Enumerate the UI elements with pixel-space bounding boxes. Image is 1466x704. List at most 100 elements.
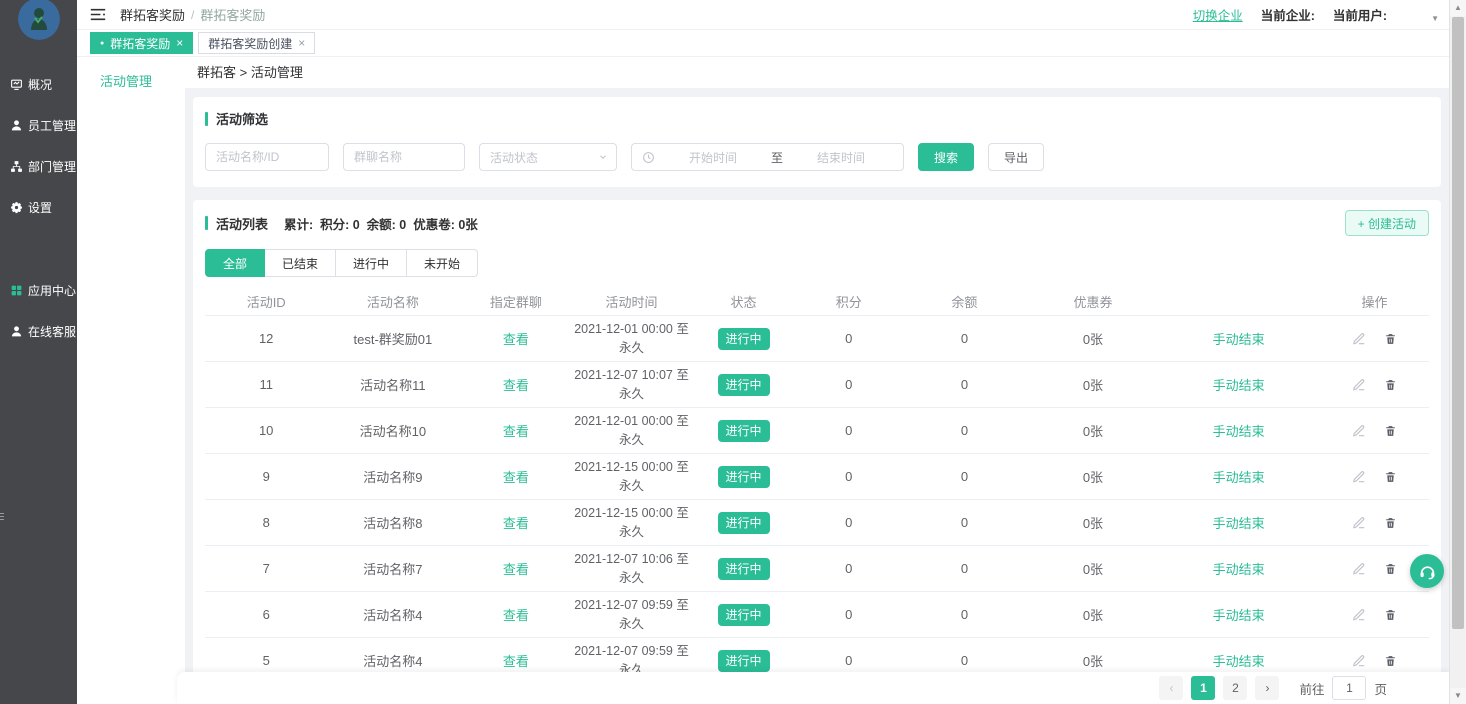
edit-icon[interactable] xyxy=(1352,332,1366,346)
delete-icon[interactable] xyxy=(1384,654,1397,668)
view-group-link[interactable]: 查看 xyxy=(503,424,529,439)
window-tab-active[interactable]: ● 群拓客奖励 × xyxy=(90,32,193,54)
delete-icon[interactable] xyxy=(1384,608,1397,622)
group-name-input[interactable] xyxy=(343,143,465,171)
tab-dot-icon: ● xyxy=(100,40,104,47)
window-tab[interactable]: 群拓客奖励创建 × xyxy=(198,32,315,54)
delete-icon[interactable] xyxy=(1384,516,1397,530)
activity-list-card: 活动列表 累计: 积分: 0 余额: 0 优惠卷: 0张 + 创建活动 全部已结… xyxy=(193,200,1441,684)
table-row: 9 活动名称9 查看 2021-12-15 00:00 至 永久 进行中 0 0… xyxy=(205,454,1429,500)
cell-activity-name: 活动名称4 xyxy=(327,651,458,670)
sidebar-item-employees[interactable]: 员工管理 xyxy=(0,105,77,146)
view-group-link[interactable]: 查看 xyxy=(503,516,529,531)
status-filter-tabs: 全部已结束进行中未开始 xyxy=(205,249,1429,277)
edit-icon[interactable] xyxy=(1352,424,1366,438)
sidebar-drag-handle[interactable] xyxy=(0,511,4,522)
manual-end-link[interactable]: 手动结束 xyxy=(1213,654,1265,669)
cell-coupons: 0张 xyxy=(1029,559,1158,578)
cell-activity-time: 2021-12-01 00:00 至 永久 xyxy=(573,320,689,358)
page-button-2[interactable]: 2 xyxy=(1223,676,1247,700)
submenu-item-activity-management[interactable]: 活动管理 xyxy=(77,57,185,104)
primary-sidebar: 概况 员工管理 部门管理 设置 应用中心 在线客服 xyxy=(0,0,77,704)
cell-activity-id: 11 xyxy=(205,377,327,392)
sidebar-item-online-support[interactable]: 在线客服 xyxy=(0,311,77,352)
tab-close-icon[interactable]: × xyxy=(176,36,183,50)
support-person-icon xyxy=(10,325,23,338)
page-button-1[interactable]: 1 xyxy=(1191,676,1215,700)
view-group-link[interactable]: 查看 xyxy=(503,608,529,623)
tab-close-icon[interactable]: × xyxy=(298,36,305,50)
view-group-link[interactable]: 查看 xyxy=(503,562,529,577)
status-badge: 进行中 xyxy=(718,558,770,580)
cell-activity-time: 2021-12-15 00:00 至 永久 xyxy=(573,504,689,542)
sidebar-spacer xyxy=(0,228,77,270)
cell-points: 0 xyxy=(797,377,900,392)
edit-icon[interactable] xyxy=(1352,470,1366,484)
date-range-picker[interactable]: 开始时间 至 结束时间 xyxy=(631,143,904,171)
manual-end-link[interactable]: 手动结束 xyxy=(1213,424,1265,439)
activity-name-input[interactable] xyxy=(205,143,329,171)
cell-points: 0 xyxy=(797,331,900,346)
manual-end-link[interactable]: 手动结束 xyxy=(1213,332,1265,347)
collapse-menu-icon[interactable] xyxy=(90,8,106,21)
delete-icon[interactable] xyxy=(1384,470,1397,484)
manual-end-link[interactable]: 手动结束 xyxy=(1213,378,1265,393)
prev-page-button[interactable]: ‹ xyxy=(1159,676,1183,700)
delete-icon[interactable] xyxy=(1384,562,1397,576)
support-float-button[interactable] xyxy=(1410,554,1444,588)
column-header: 活动ID xyxy=(205,292,327,311)
department-icon xyxy=(10,160,23,173)
cell-activity-time: 2021-12-15 00:00 至 永久 xyxy=(573,458,689,496)
goto-page-input[interactable] xyxy=(1332,676,1366,700)
sidebar-item-settings[interactable]: 设置 xyxy=(0,187,77,228)
view-group-link[interactable]: 查看 xyxy=(503,332,529,347)
search-button[interactable]: 搜索 xyxy=(918,143,974,171)
scroll-down-arrow-icon[interactable]: ▼ xyxy=(1450,688,1466,704)
create-activity-button[interactable]: + 创建活动 xyxy=(1345,210,1429,236)
sidebar-item-app-center[interactable]: 应用中心 xyxy=(0,270,77,311)
column-header: 指定群聊 xyxy=(458,292,573,311)
vertical-scrollbar[interactable]: ▲ ▼ xyxy=(1449,0,1466,704)
company-logo-avatar[interactable] xyxy=(18,0,60,40)
scroll-up-arrow-icon[interactable]: ▲ xyxy=(1450,0,1466,16)
cell-balance: 0 xyxy=(900,607,1029,622)
activity-status-select[interactable]: 活动状态 xyxy=(479,143,617,171)
edit-icon[interactable] xyxy=(1352,608,1366,622)
edit-icon[interactable] xyxy=(1352,654,1366,668)
edit-icon[interactable] xyxy=(1352,378,1366,392)
manual-end-link[interactable]: 手动结束 xyxy=(1213,608,1265,623)
cell-coupons: 0张 xyxy=(1029,467,1158,486)
scrollbar-thumb[interactable] xyxy=(1452,17,1464,629)
switch-company-link[interactable]: 切换企业 xyxy=(1193,5,1243,24)
view-group-link[interactable]: 查看 xyxy=(503,470,529,485)
view-group-link[interactable]: 查看 xyxy=(503,654,529,669)
cell-points: 0 xyxy=(797,607,900,622)
manual-end-link[interactable]: 手动结束 xyxy=(1213,516,1265,531)
main-content: 群拓客 > 活动管理 活动筛选 活动状态 开始时间 至 结束时间 搜索 导出 xyxy=(185,57,1449,704)
view-group-link[interactable]: 查看 xyxy=(503,378,529,393)
status-tab[interactable]: 已结束 xyxy=(264,249,336,277)
export-button[interactable]: 导出 xyxy=(988,143,1044,171)
edit-icon[interactable] xyxy=(1352,562,1366,576)
sidebar-item-departments[interactable]: 部门管理 xyxy=(0,146,77,187)
manual-end-link[interactable]: 手动结束 xyxy=(1213,562,1265,577)
delete-icon[interactable] xyxy=(1384,332,1397,346)
status-tab[interactable]: 进行中 xyxy=(335,249,407,277)
manual-end-link[interactable]: 手动结束 xyxy=(1213,470,1265,485)
tab-label: 群拓客奖励创建 xyxy=(208,35,292,52)
next-page-button[interactable]: › xyxy=(1255,676,1279,700)
edit-icon[interactable] xyxy=(1352,516,1366,530)
table-row: 10 活动名称10 查看 2021-12-01 00:00 至 永久 进行中 0… xyxy=(205,408,1429,454)
delete-icon[interactable] xyxy=(1384,424,1397,438)
column-header: 余额 xyxy=(900,292,1029,311)
sidebar-item-overview[interactable]: 概况 xyxy=(0,64,77,105)
current-company-label: 当前企业: xyxy=(1261,5,1315,24)
table-row: 11 活动名称11 查看 2021-12-07 10:07 至 永久 进行中 0… xyxy=(205,362,1429,408)
user-menu-caret-icon[interactable]: ▼ xyxy=(1431,14,1439,24)
cell-operations xyxy=(1320,470,1429,484)
breadcrumb-root[interactable]: 群拓客奖励 xyxy=(120,5,185,24)
status-tab[interactable]: 全部 xyxy=(205,249,265,277)
status-tab[interactable]: 未开始 xyxy=(406,249,478,277)
cell-activity-id: 8 xyxy=(205,515,327,530)
delete-icon[interactable] xyxy=(1384,378,1397,392)
